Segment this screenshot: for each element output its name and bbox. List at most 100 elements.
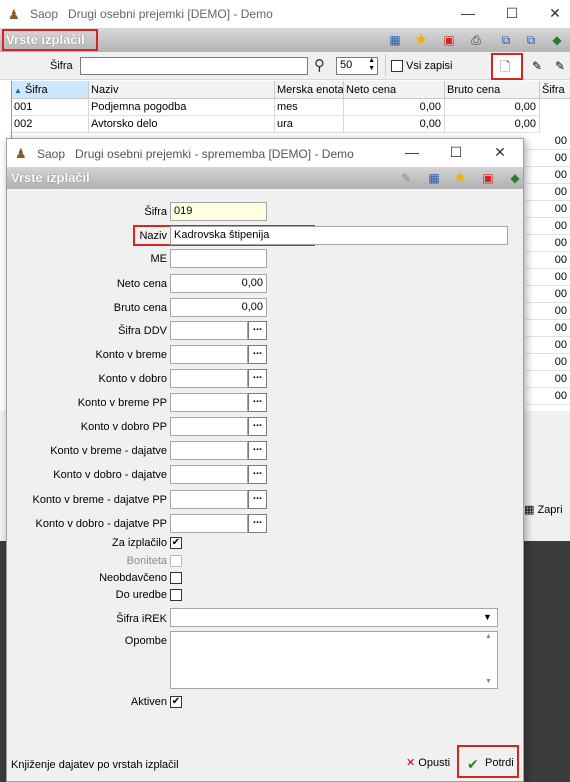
konto-breme-dajatve-lookup-button[interactable]: ...	[248, 441, 267, 460]
table-cell[interactable]: 0,00	[344, 116, 445, 133]
sifra-ddv-lookup-button[interactable]: ...	[248, 321, 267, 340]
table-cell[interactable]: 00	[526, 201, 570, 218]
me-field[interactable]	[170, 249, 267, 268]
konto-dobro-field[interactable]	[170, 369, 248, 388]
maximize-icon[interactable]: ☐	[447, 143, 465, 161]
konto-breme-dajatve-pp-lookup-button[interactable]: ...	[248, 490, 267, 509]
konto-dobro-dajatve-pp-lookup-button[interactable]: ...	[248, 514, 267, 533]
konto-breme-pp-field[interactable]	[170, 393, 248, 412]
exit-icon[interactable]: ◆	[548, 31, 566, 49]
neto-cena-label: Neto cena	[116, 278, 167, 290]
column-header-bruto-cena[interactable]: Bruto cena	[445, 81, 540, 99]
table-cell[interactable]: ura	[275, 116, 344, 133]
konto-dobro-dajatve-pp-field[interactable]	[170, 514, 248, 533]
table-cell[interactable]: 00	[526, 133, 570, 150]
close-icon[interactable]: ✕	[491, 143, 509, 161]
sifra-irek-select[interactable]	[170, 608, 498, 627]
table-cell[interactable]: 00	[526, 388, 570, 405]
new-record-button[interactable]: 🗋	[491, 53, 523, 80]
konto-dobro-pp-lookup-button[interactable]: ...	[248, 417, 267, 436]
table-cell[interactable]: 00	[526, 303, 570, 320]
edit-icon[interactable]: ✎	[528, 57, 546, 75]
edit-icon[interactable]: ✎	[397, 169, 415, 187]
table-cell[interactable]: 00	[526, 150, 570, 167]
column-header-naziv[interactable]: Naziv	[89, 81, 275, 99]
za-izplacilo-checkbox[interactable]: ✔	[170, 537, 182, 549]
copy-icon[interactable]: ⧉	[497, 31, 515, 49]
minimize-icon[interactable]: —	[403, 143, 421, 161]
dialog-header-title: Vrste izplačil	[11, 170, 90, 185]
konto-dobro-dajatve-field[interactable]	[170, 465, 248, 484]
stepper-down-icon[interactable]: ▼	[368, 65, 375, 72]
table-cell[interactable]: 00	[526, 235, 570, 252]
naziv-field[interactable]: Kadrovska štipenija	[170, 226, 508, 245]
minimize-icon[interactable]: —	[459, 4, 477, 22]
exit-icon[interactable]: ◆	[506, 169, 524, 187]
sifra-ddv-field[interactable]	[170, 321, 248, 340]
neobdavceno-checkbox[interactable]	[170, 572, 182, 584]
konto-dobro-lookup-button[interactable]: ...	[248, 369, 267, 388]
table-cell[interactable]: 00	[526, 371, 570, 388]
search-input[interactable]	[80, 57, 308, 75]
table-cell[interactable]: 0,00	[445, 99, 540, 116]
table-cell[interactable]: Avtorsko delo	[89, 116, 275, 133]
delete-icon[interactable]: ▣	[479, 169, 497, 187]
table-cell[interactable]: 002	[12, 116, 89, 133]
table-cell[interactable]: 00	[526, 269, 570, 286]
table-cell[interactable]: 0,00	[344, 99, 445, 116]
scroll-up-icon[interactable]: ▲	[485, 633, 492, 640]
konto-breme-dajatve-field[interactable]	[170, 441, 248, 460]
konto-breme-field[interactable]	[170, 345, 248, 364]
column-header-sifra-2[interactable]: Šifra	[540, 81, 570, 99]
neto-cena-field[interactable]: 0,00	[170, 274, 267, 293]
konto-dobro-dajatve-pp-label: Konto v dobro - dajatve PP	[35, 518, 167, 530]
table-cell[interactable]: 001	[12, 99, 89, 116]
star-icon[interactable]: ★	[451, 169, 469, 187]
stepper-up-icon[interactable]: ▲	[368, 57, 375, 64]
column-header-merska-enota[interactable]: Merska enota	[275, 81, 344, 99]
table-cell[interactable]: 00	[526, 354, 570, 371]
aktiven-label: Aktiven	[130, 696, 167, 708]
delete-icon[interactable]: ▣	[440, 31, 458, 49]
table-icon[interactable]: ▦	[386, 31, 404, 49]
search-icon[interactable]: ⚲	[314, 56, 325, 74]
konto-breme-lookup-button[interactable]: ...	[248, 345, 267, 364]
close-icon[interactable]: ✕	[546, 4, 564, 22]
table-cell[interactable]: 00	[526, 218, 570, 235]
star-icon[interactable]: ★	[412, 31, 430, 49]
close-button[interactable]: ▦ Zapri	[524, 503, 570, 523]
page-size-stepper[interactable]: 50 ▲ ▼	[336, 57, 378, 75]
scroll-down-icon[interactable]: ▼	[485, 678, 492, 685]
table-cell[interactable]: 00	[526, 320, 570, 337]
column-header-sifra[interactable]: ▲ Šifra	[12, 81, 89, 99]
maximize-icon[interactable]: ☐	[503, 4, 521, 22]
sifra-field[interactable]: 019	[170, 202, 267, 221]
chevron-down-icon[interactable]: ▼	[483, 612, 492, 622]
table-cell[interactable]: 00	[526, 252, 570, 269]
konto-breme-dajatve-pp-field[interactable]	[170, 490, 248, 509]
dialog-titlebar: ♟ Saop Drugi osebni prejemki - sprememba…	[7, 139, 523, 167]
table-cell[interactable]: mes	[275, 99, 344, 116]
aktiven-checkbox[interactable]: ✔	[170, 696, 182, 708]
all-records-checkbox[interactable]	[391, 60, 403, 72]
table-icon[interactable]: ▦	[425, 169, 443, 187]
table-cell[interactable]: 0,00	[445, 116, 540, 133]
bruto-cena-field[interactable]: 0,00	[170, 298, 267, 317]
konto-dobro-pp-field[interactable]	[170, 417, 248, 436]
table-cell[interactable]: Podjemna pogodba	[89, 99, 275, 116]
knjizenje-dajatev-link[interactable]: Knjiženje dajatev po vrstah izplačil	[11, 759, 179, 771]
opombe-textarea[interactable]	[170, 631, 498, 689]
table-cell[interactable]: 00	[526, 286, 570, 303]
cancel-button[interactable]: ✕ Opusti	[406, 756, 456, 776]
edit-alt-icon[interactable]: ✎	[551, 57, 569, 75]
table-cell[interactable]: 00	[526, 167, 570, 184]
table-cell[interactable]: 00	[526, 337, 570, 354]
table-cell[interactable]: 00	[526, 184, 570, 201]
print-icon[interactable]: ⎙	[467, 31, 485, 49]
do-uredbe-checkbox[interactable]	[170, 589, 182, 601]
export-icon[interactable]: ⧉	[522, 31, 540, 49]
confirm-button[interactable]: ✔ Potrdi	[457, 745, 519, 778]
konto-breme-pp-lookup-button[interactable]: ...	[248, 393, 267, 412]
konto-dobro-dajatve-lookup-button[interactable]: ...	[248, 465, 267, 484]
column-header-neto-cena[interactable]: Neto cena	[344, 81, 445, 99]
